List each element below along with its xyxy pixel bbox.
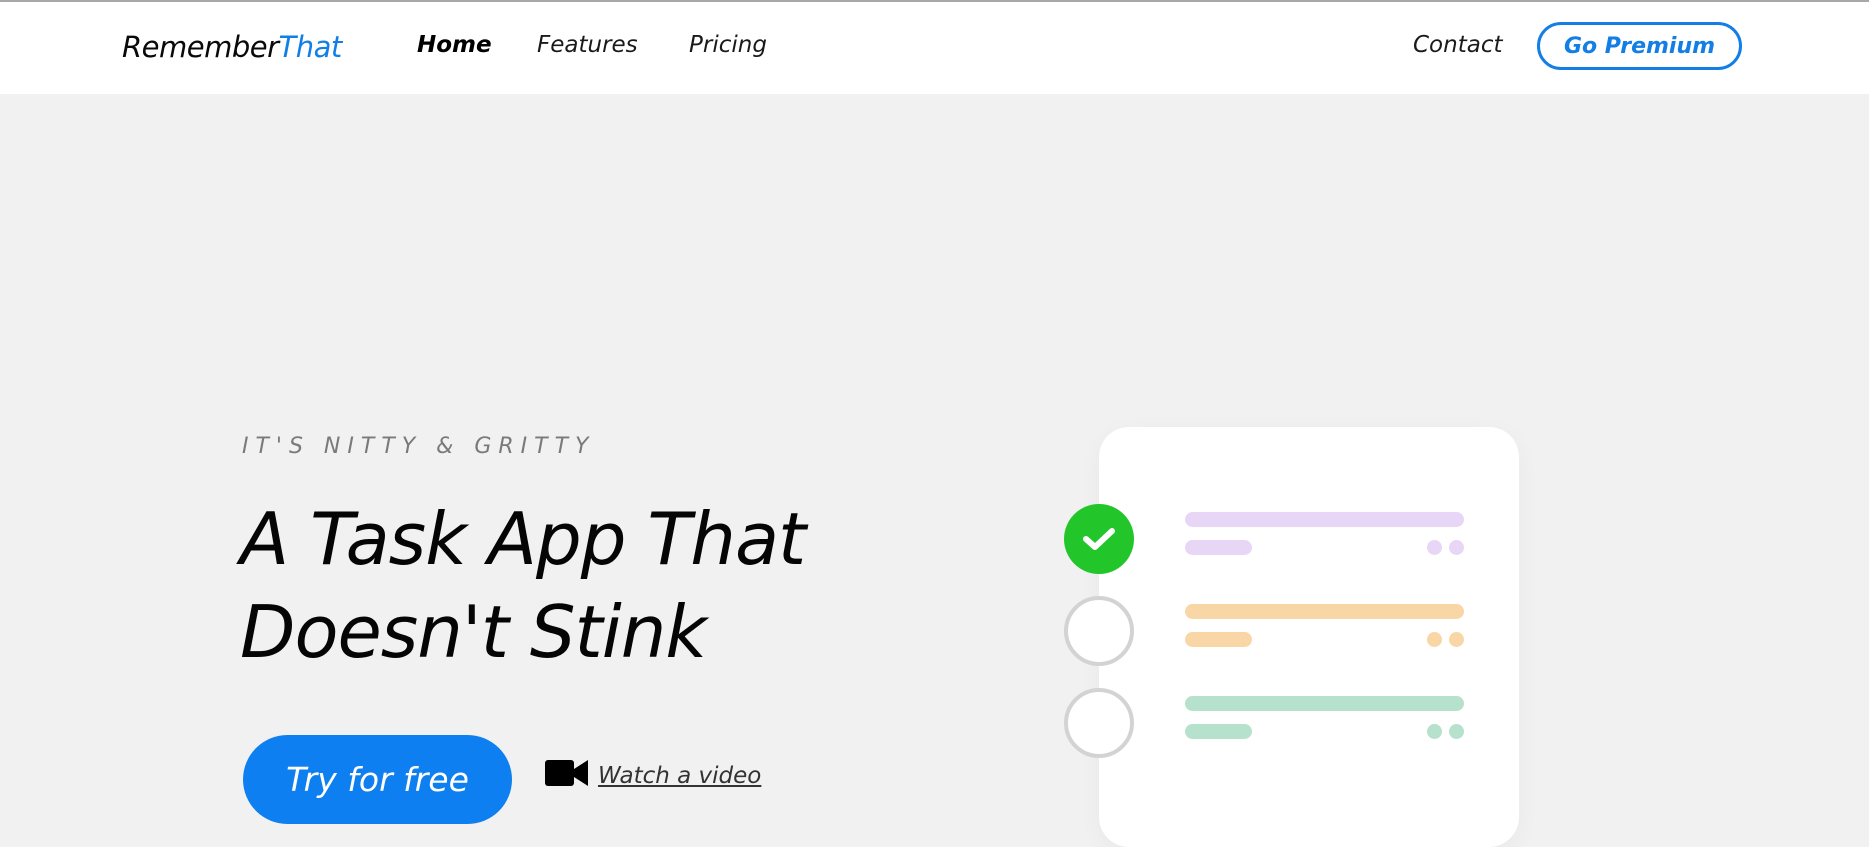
brand-logo[interactable]: RememberThat: [122, 30, 342, 64]
nav-contact-link[interactable]: Contact: [1413, 32, 1502, 58]
brand-name-accent: That: [278, 30, 343, 64]
task-meta-dot: [1449, 724, 1464, 739]
nav-features-link[interactable]: Features: [537, 32, 638, 58]
watch-video-link[interactable]: Watch a video: [598, 763, 761, 789]
task-subtitle-bar: [1185, 540, 1252, 555]
task-meta-dot: [1449, 540, 1464, 555]
try-for-free-button[interactable]: Try for free: [243, 735, 512, 824]
nav-pricing-link[interactable]: Pricing: [689, 32, 767, 58]
task-title-bar: [1185, 696, 1464, 711]
task-meta-dot: [1449, 632, 1464, 647]
task-meta-dot: [1427, 632, 1442, 647]
task-meta-dot: [1427, 724, 1442, 739]
video-camera-icon[interactable]: [545, 758, 588, 788]
task-subtitle-bar: [1185, 632, 1252, 647]
task-todo-circle-icon: [1064, 596, 1134, 666]
site-header: RememberThat Home Features Pricing Conta…: [0, 2, 1869, 94]
task-meta-dot: [1427, 540, 1442, 555]
task-title-bar: [1185, 512, 1464, 527]
task-done-check-icon: [1064, 504, 1134, 574]
task-todo-circle-icon: [1064, 688, 1134, 758]
brand-name-main: Remember: [122, 30, 279, 64]
hero-eyebrow: IT'S NITTY & GRITTY: [242, 434, 596, 459]
task-subtitle-bar: [1185, 724, 1252, 739]
task-title-bar: [1185, 604, 1464, 619]
go-premium-button[interactable]: Go Premium: [1537, 22, 1742, 70]
hero-headline: A Task App That Doesn't Stink: [240, 497, 806, 674]
nav-home-link[interactable]: Home: [417, 32, 492, 58]
